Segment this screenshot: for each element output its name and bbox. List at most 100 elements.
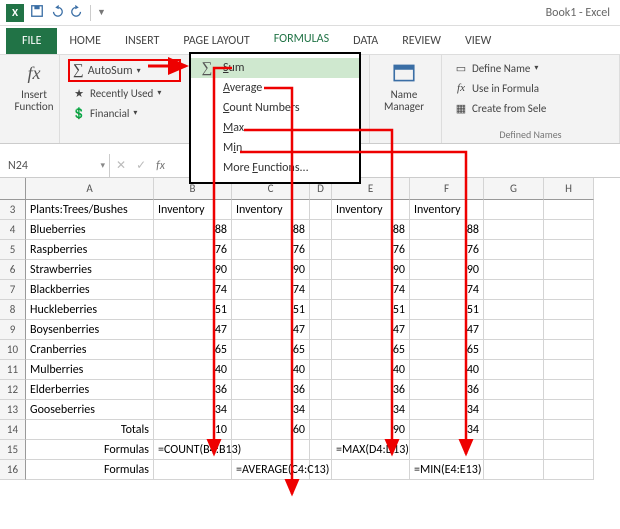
cell[interactable] bbox=[310, 420, 332, 440]
financial-button[interactable]: 💲Financial▾ bbox=[68, 104, 181, 122]
cell[interactable] bbox=[310, 320, 332, 340]
cell[interactable]: Inventory bbox=[332, 200, 410, 220]
row-header-11[interactable]: 11 bbox=[0, 360, 26, 380]
cell[interactable] bbox=[544, 440, 594, 460]
row-header-7[interactable]: 7 bbox=[0, 280, 26, 300]
cell[interactable]: 90 bbox=[232, 260, 310, 280]
cell[interactable]: 76 bbox=[410, 240, 484, 260]
cell[interactable]: Elderberries bbox=[26, 380, 154, 400]
cell[interactable] bbox=[232, 440, 310, 460]
cell[interactable]: Formulas bbox=[26, 440, 154, 460]
cell[interactable]: =AVERAGE(C4:C13) bbox=[232, 460, 310, 480]
tab-home[interactable]: HOME bbox=[57, 28, 113, 54]
cell[interactable]: =COUNT(B4:B13) bbox=[154, 440, 232, 460]
cell[interactable]: 40 bbox=[410, 360, 484, 380]
cell[interactable]: Blackberries bbox=[26, 280, 154, 300]
tab-formulas[interactable]: FORMULAS bbox=[262, 26, 341, 54]
cell[interactable] bbox=[484, 220, 544, 240]
use-in-formula-button[interactable]: fxUse in Formula bbox=[450, 79, 611, 97]
row-header-12[interactable]: 12 bbox=[0, 380, 26, 400]
cell[interactable] bbox=[154, 460, 232, 480]
cell[interactable]: 74 bbox=[154, 280, 232, 300]
cell[interactable] bbox=[310, 200, 332, 220]
cell[interactable]: 36 bbox=[410, 380, 484, 400]
cell[interactable] bbox=[544, 400, 594, 420]
cell[interactable]: 88 bbox=[232, 220, 310, 240]
cell[interactable]: 88 bbox=[154, 220, 232, 240]
cell[interactable]: 65 bbox=[410, 340, 484, 360]
cell[interactable] bbox=[484, 300, 544, 320]
cell[interactable]: 34 bbox=[232, 400, 310, 420]
cell[interactable]: Gooseberries bbox=[26, 400, 154, 420]
worksheet[interactable]: 345678910111213141516 ABCDEFGH Plants:Tr… bbox=[0, 178, 620, 480]
cell[interactable]: 90 bbox=[410, 260, 484, 280]
cell[interactable] bbox=[544, 420, 594, 440]
cell[interactable] bbox=[410, 440, 484, 460]
recently-used-button[interactable]: ★Recently Used▾ bbox=[68, 84, 181, 102]
cell[interactable] bbox=[484, 340, 544, 360]
cell[interactable]: 76 bbox=[332, 240, 410, 260]
tab-view[interactable]: VIEW bbox=[453, 28, 503, 54]
cell[interactable] bbox=[310, 220, 332, 240]
cell[interactable] bbox=[484, 400, 544, 420]
row-header-5[interactable]: 5 bbox=[0, 240, 26, 260]
define-name-button[interactable]: ▭Define Name▾ bbox=[450, 59, 611, 77]
cell[interactable] bbox=[310, 400, 332, 420]
cell[interactable]: 47 bbox=[410, 320, 484, 340]
row-header-4[interactable]: 4 bbox=[0, 220, 26, 240]
cell[interactable]: Raspberries bbox=[26, 240, 154, 260]
dropdown-max[interactable]: Max bbox=[191, 118, 359, 138]
dropdown-min[interactable]: Min bbox=[191, 138, 359, 158]
cell[interactable]: 36 bbox=[154, 380, 232, 400]
redo-icon[interactable] bbox=[70, 4, 84, 22]
cell[interactable]: 40 bbox=[154, 360, 232, 380]
insert-function-button[interactable]: fx InsertFunction bbox=[8, 59, 60, 113]
cell[interactable]: Inventory bbox=[154, 200, 232, 220]
cell[interactable]: 60 bbox=[232, 420, 310, 440]
cell[interactable] bbox=[544, 220, 594, 240]
row-header-3[interactable]: 3 bbox=[0, 200, 26, 220]
row-header-6[interactable]: 6 bbox=[0, 260, 26, 280]
cell[interactable]: 10 bbox=[154, 420, 232, 440]
tab-data[interactable]: DATA bbox=[341, 28, 390, 54]
cell[interactable] bbox=[310, 440, 332, 460]
cell[interactable]: 47 bbox=[332, 320, 410, 340]
name-manager-button[interactable]: NameManager bbox=[378, 59, 430, 113]
cell[interactable]: Inventory bbox=[410, 200, 484, 220]
cell[interactable] bbox=[544, 240, 594, 260]
cell[interactable] bbox=[310, 240, 332, 260]
enter-icon[interactable]: ✓ bbox=[132, 158, 150, 173]
cell[interactable] bbox=[544, 200, 594, 220]
cell[interactable] bbox=[310, 380, 332, 400]
cell[interactable] bbox=[484, 420, 544, 440]
row-header-8[interactable]: 8 bbox=[0, 300, 26, 320]
qat-dropdown-icon[interactable]: ▼ bbox=[97, 7, 106, 18]
row-header-9[interactable]: 9 bbox=[0, 320, 26, 340]
tab-page-layout[interactable]: PAGE LAYOUT bbox=[171, 28, 261, 54]
col-header-H[interactable]: H bbox=[544, 178, 594, 200]
cell[interactable] bbox=[484, 240, 544, 260]
row-header-13[interactable]: 13 bbox=[0, 400, 26, 420]
cancel-icon[interactable]: ✕ bbox=[110, 158, 132, 173]
cell[interactable]: Huckleberries bbox=[26, 300, 154, 320]
cell[interactable] bbox=[484, 440, 544, 460]
cell[interactable] bbox=[310, 280, 332, 300]
cell[interactable] bbox=[484, 380, 544, 400]
cell[interactable] bbox=[544, 300, 594, 320]
row-header-14[interactable]: 14 bbox=[0, 420, 26, 440]
cell[interactable] bbox=[544, 360, 594, 380]
cell[interactable]: 34 bbox=[410, 400, 484, 420]
cell[interactable] bbox=[484, 460, 544, 480]
cell[interactable]: 34 bbox=[410, 420, 484, 440]
create-from-selection-button[interactable]: ▦Create from Sele bbox=[450, 99, 611, 117]
cell[interactable] bbox=[332, 460, 410, 480]
cell[interactable]: 90 bbox=[332, 260, 410, 280]
fx-icon[interactable]: fx bbox=[150, 159, 171, 173]
undo-icon[interactable] bbox=[50, 4, 64, 22]
tab-insert[interactable]: INSERT bbox=[113, 28, 171, 54]
cell[interactable]: Inventory bbox=[232, 200, 310, 220]
cell[interactable]: 76 bbox=[154, 240, 232, 260]
dropdown-average[interactable]: Average bbox=[191, 78, 359, 98]
cell[interactable]: 47 bbox=[232, 320, 310, 340]
save-icon[interactable] bbox=[30, 4, 44, 22]
